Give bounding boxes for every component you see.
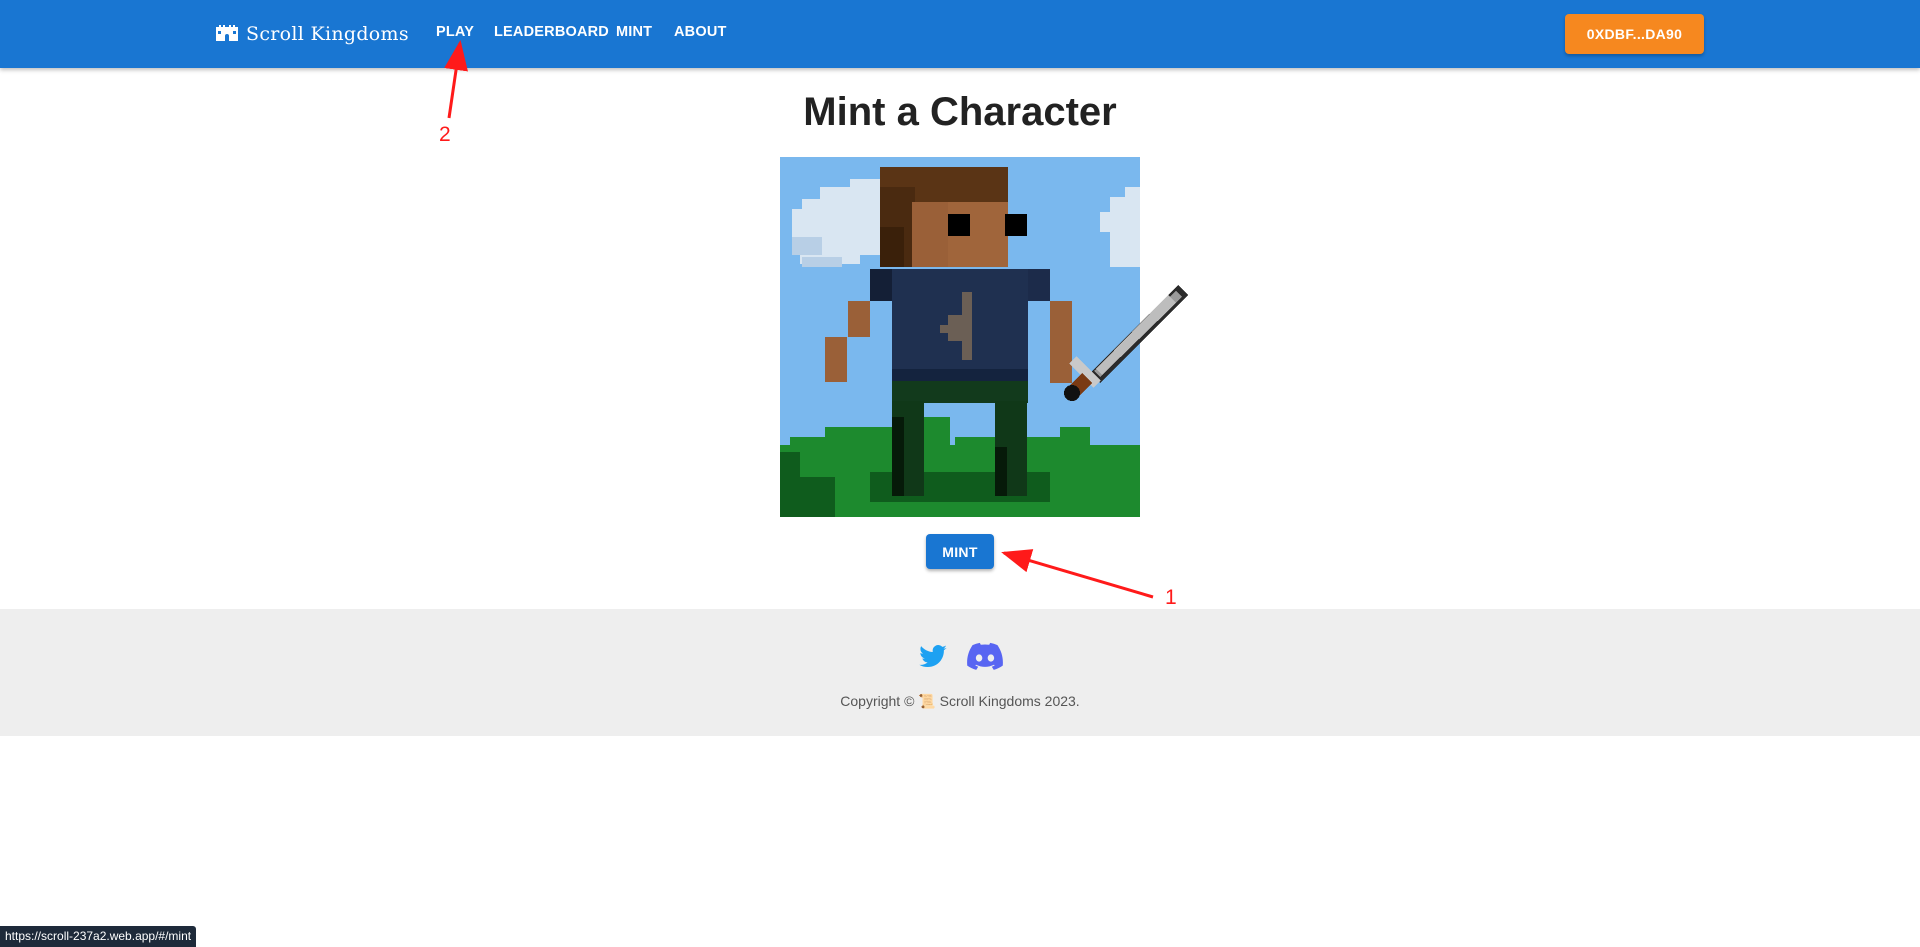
status-bar-url: https://scroll-237a2.web.app/#/mint <box>0 926 197 947</box>
character-image <box>780 157 1188 517</box>
twitter-icon[interactable] <box>917 642 951 672</box>
castle-icon <box>216 23 238 46</box>
wallet-button[interactable]: 0XDBF...DA90 <box>1565 14 1704 54</box>
page: Scroll Kingdoms PLAY LEADERBOARD MINT AB… <box>0 0 1920 947</box>
nav-play[interactable]: PLAY <box>436 24 474 40</box>
nav-about[interactable]: ABOUT <box>674 24 727 40</box>
discord-icon[interactable] <box>967 642 1003 672</box>
page-title: Mint a Character <box>803 90 1117 134</box>
annotation-label-2: 2 <box>439 123 451 146</box>
annotation-label-1: 1 <box>1165 586 1177 609</box>
app-bar: Scroll Kingdoms PLAY LEADERBOARD MINT AB… <box>0 0 1920 68</box>
nav-mint[interactable]: MINT <box>616 24 652 40</box>
brand-title: Scroll Kingdoms <box>246 23 409 45</box>
copyright-text: Copyright © 📜 Scroll Kingdoms 2023. <box>840 693 1080 709</box>
footer <box>0 609 1920 736</box>
mint-button[interactable]: MINT <box>926 534 994 569</box>
brand-link[interactable]: Scroll Kingdoms <box>216 22 409 46</box>
annotation-arrow-1 <box>1001 549 1154 599</box>
nav-leaderboard[interactable]: LEADERBOARD <box>494 24 609 40</box>
